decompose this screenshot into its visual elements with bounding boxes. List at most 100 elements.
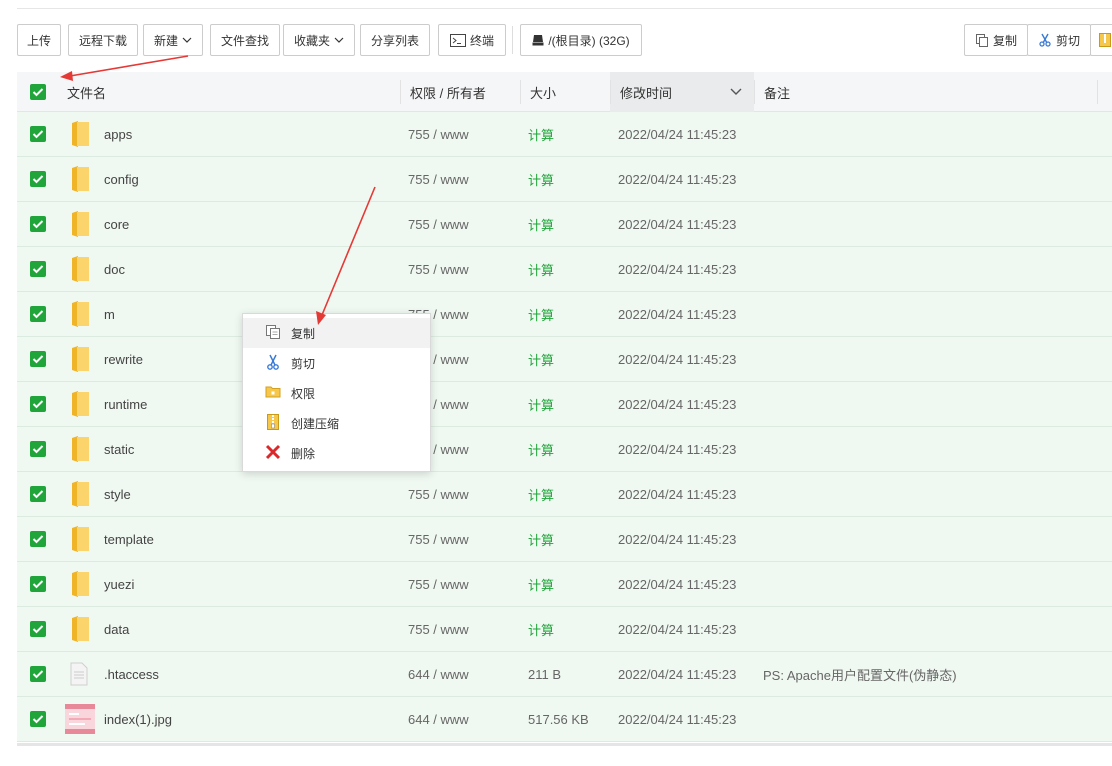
favorites-button[interactable]: 收藏夹	[283, 24, 355, 56]
file-name[interactable]: template	[104, 517, 154, 561]
table-body: apps 755 / www 计算 2022/04/24 11:45:23 config…	[17, 112, 1112, 742]
upload-label: 上传	[26, 33, 51, 48]
table-row[interactable]: rewrite 755 / www 计算 2022/04/24 11:45:23	[17, 337, 1112, 382]
new-button[interactable]: 新建	[143, 24, 203, 56]
disk-button[interactable]: /(根目录) (32G)	[520, 24, 642, 56]
file-permission[interactable]: 644 / www	[408, 697, 469, 741]
context-cut[interactable]: 剪切	[243, 348, 430, 378]
context-copy[interactable]: 复制	[243, 318, 430, 348]
share-list-button[interactable]: 分享列表	[360, 24, 430, 56]
permission-button[interactable]	[1090, 24, 1112, 56]
row-checkbox[interactable]	[30, 126, 46, 142]
table-row[interactable]: index(1).jpg 644 / www 517.56 KB 2022/04/24…	[17, 697, 1112, 742]
select-all-checkbox[interactable]	[30, 72, 46, 112]
header-modified-time[interactable]: 修改时间	[620, 72, 672, 112]
file-permission[interactable]: 755 / www	[408, 562, 469, 606]
table-row[interactable]: static 755 / www 计算 2022/04/24 11:45:23	[17, 427, 1112, 472]
file-size[interactable]: 计算	[528, 517, 554, 561]
row-checkbox[interactable]	[30, 666, 46, 682]
table-row[interactable]: style 755 / www 计算 2022/04/24 11:45:23	[17, 472, 1112, 517]
file-size[interactable]: 计算	[528, 157, 554, 201]
folder-icon	[70, 607, 90, 651]
table-row[interactable]: .htaccess 644 / www 211 B 2022/04/24 11:45:…	[17, 652, 1112, 697]
file-permission[interactable]: 755 / www	[408, 112, 469, 156]
header-name[interactable]: 文件名	[67, 72, 106, 112]
file-permission[interactable]: 755 / www	[408, 472, 469, 516]
row-checkbox[interactable]	[30, 621, 46, 637]
file-size: 517.56 KB	[528, 711, 589, 727]
file-modified-time: 2022/04/24 11:45:23	[618, 441, 737, 457]
row-checkbox[interactable]	[30, 261, 46, 277]
file-size[interactable]: 计算	[528, 202, 554, 246]
file-permission[interactable]: 755 / www	[408, 202, 469, 246]
row-checkbox[interactable]	[30, 531, 46, 547]
disk-label: /(根目录) (32G)	[548, 33, 630, 48]
file-size[interactable]: 计算	[528, 247, 554, 291]
copy-button[interactable]: 复制	[964, 24, 1028, 56]
file-name[interactable]: config	[104, 157, 139, 201]
terminal-button[interactable]: 终端	[438, 24, 506, 56]
file-name[interactable]: data	[104, 607, 129, 651]
file-name[interactable]: core	[104, 202, 129, 246]
file-name[interactable]: index(1).jpg	[104, 697, 172, 741]
row-checkbox[interactable]	[30, 171, 46, 187]
sort-chevron-down-icon[interactable]	[730, 72, 742, 112]
file-permission[interactable]: 644 / www	[408, 652, 469, 696]
table-row[interactable]: runtime 755 / www 计算 2022/04/24 11:45:23	[17, 382, 1112, 427]
header-size[interactable]: 大小	[530, 72, 556, 112]
table-row[interactable]: m 755 / www 计算 2022/04/24 11:45:23	[17, 292, 1112, 337]
favorites-label: 收藏夹	[293, 33, 330, 48]
file-name[interactable]: rewrite	[104, 337, 143, 381]
row-checkbox[interactable]	[30, 711, 46, 727]
row-checkbox[interactable]	[30, 486, 46, 502]
table-row[interactable]: config 755 / www 计算 2022/04/24 11:45:23	[17, 157, 1112, 202]
file-name[interactable]: runtime	[104, 382, 147, 426]
header-permission[interactable]: 权限 / 所有者	[410, 72, 486, 112]
file-permission[interactable]: 755 / www	[408, 517, 469, 561]
context-delete[interactable]: 删除	[243, 438, 430, 468]
file-permission[interactable]: 755 / www	[408, 607, 469, 651]
file-size[interactable]: 计算	[528, 562, 554, 606]
file-name[interactable]: yuezi	[104, 562, 134, 606]
copy-icon	[975, 33, 989, 47]
file-name[interactable]: apps	[104, 112, 132, 156]
file-size[interactable]: 计算	[528, 292, 554, 336]
table-row[interactable]: template 755 / www 计算 2022/04/24 11:45:23	[17, 517, 1112, 562]
table-row[interactable]: doc 755 / www 计算 2022/04/24 11:45:23	[17, 247, 1112, 292]
file-permission[interactable]: 755 / www	[408, 247, 469, 291]
context-compress[interactable]: 创建压缩	[243, 408, 430, 438]
header-note[interactable]: 备注	[764, 72, 790, 112]
header-separator	[1097, 80, 1098, 104]
file-modified-time: 2022/04/24 11:45:23	[618, 486, 737, 502]
file-name[interactable]: doc	[104, 247, 125, 291]
file-name[interactable]: .htaccess	[104, 652, 159, 696]
file-size[interactable]: 计算	[528, 427, 554, 471]
upload-button[interactable]: 上传	[17, 24, 61, 56]
file-note[interactable]: PS: Apache用户配置文件(伪静态)	[763, 652, 957, 696]
file-search-button[interactable]: 文件查找	[210, 24, 280, 56]
row-checkbox[interactable]	[30, 306, 46, 322]
context-permission-label: 权限	[291, 386, 316, 401]
file-name[interactable]: m	[104, 292, 115, 336]
file-size[interactable]: 计算	[528, 472, 554, 516]
remote-download-button[interactable]: 远程下载	[68, 24, 138, 56]
file-size[interactable]: 计算	[528, 112, 554, 156]
file-permission[interactable]: 755 / www	[408, 157, 469, 201]
top-divider	[17, 8, 1112, 9]
row-checkbox[interactable]	[30, 576, 46, 592]
table-row[interactable]: data 755 / www 计算 2022/04/24 11:45:23	[17, 607, 1112, 652]
cut-button[interactable]: 剪切	[1027, 24, 1091, 56]
file-name[interactable]: static	[104, 427, 134, 471]
row-checkbox[interactable]	[30, 216, 46, 232]
file-size[interactable]: 计算	[528, 607, 554, 651]
row-checkbox[interactable]	[30, 441, 46, 457]
file-size[interactable]: 计算	[528, 337, 554, 381]
table-row[interactable]: core 755 / www 计算 2022/04/24 11:45:23	[17, 202, 1112, 247]
row-checkbox[interactable]	[30, 351, 46, 367]
row-checkbox[interactable]	[30, 396, 46, 412]
table-row[interactable]: yuezi 755 / www 计算 2022/04/24 11:45:23	[17, 562, 1112, 607]
file-name[interactable]: style	[104, 472, 131, 516]
file-size[interactable]: 计算	[528, 382, 554, 426]
table-row[interactable]: apps 755 / www 计算 2022/04/24 11:45:23	[17, 112, 1112, 157]
context-permission[interactable]: 权限	[243, 378, 430, 408]
